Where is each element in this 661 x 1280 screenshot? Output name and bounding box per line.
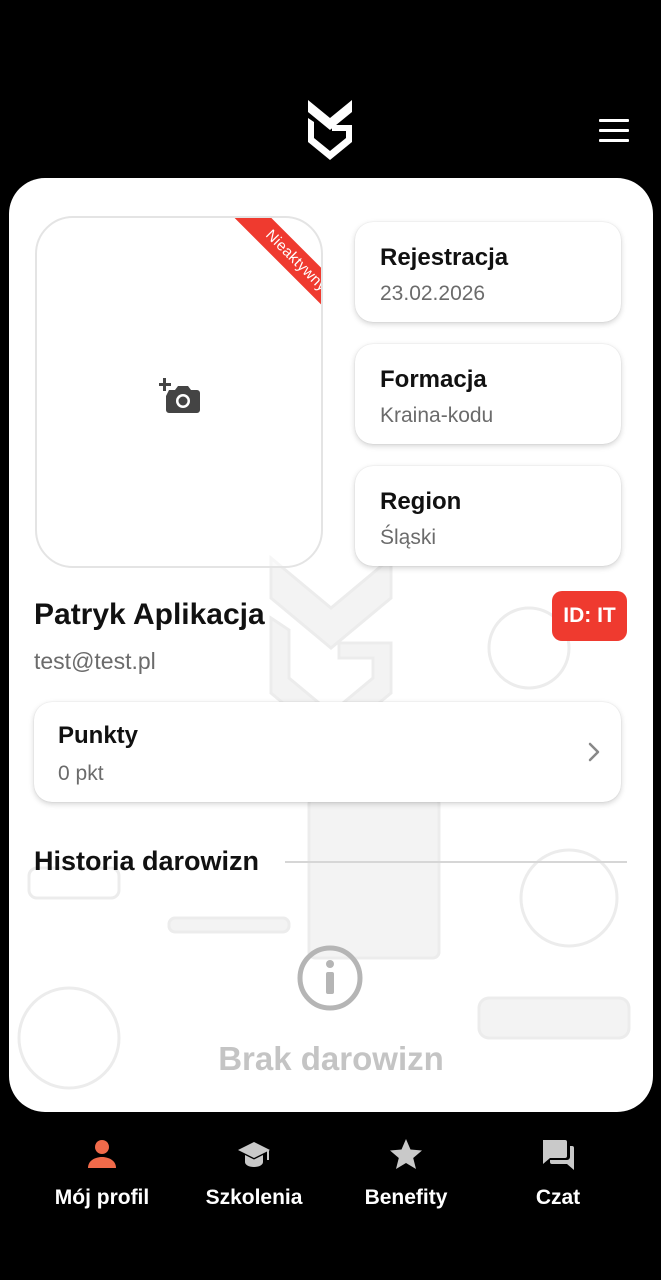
app-logo [308, 100, 352, 160]
add-photo-icon[interactable] [159, 376, 201, 416]
registration-date: 23.02.2026 [380, 282, 486, 305]
points-title: Punkty [58, 722, 139, 749]
chevron-right-icon [588, 742, 600, 762]
chat-icon [543, 1140, 574, 1170]
region-card: Region Śląski [355, 466, 621, 566]
user-email: test@test.pl [34, 648, 156, 674]
graduation-cap-icon [238, 1142, 270, 1167]
registration-card: Rejestracja 23.02.2026 [355, 222, 621, 322]
formation-value: Kraina-kodu [380, 404, 494, 427]
points-card[interactable]: Punkty 0 pkt [34, 702, 621, 802]
nav-benefits[interactable]: Benefity [331, 1136, 481, 1236]
status-ribbon: Nieaktywny [211, 218, 321, 328]
points-value: 0 pkt [58, 762, 104, 785]
registration-title: Rejestracja [380, 244, 509, 271]
person-icon [88, 1140, 116, 1168]
profile-card: Nieaktywny Rejestracja 23.02.2026 Formac… [9, 178, 653, 1112]
region-title: Region [380, 488, 462, 515]
empty-donations-text: Brak darowizn [218, 1040, 444, 1077]
status-ribbon-label: Nieaktywny [233, 218, 321, 324]
section-divider [285, 861, 627, 863]
nav-chat-label: Czat [535, 1186, 581, 1209]
info-circle-icon [297, 945, 363, 1011]
nav-benefits-label: Benefity [364, 1186, 448, 1209]
formation-title: Formacja [380, 366, 487, 393]
profile-photo-placeholder[interactable]: Nieaktywny [35, 216, 323, 568]
id-badge: ID: IT [552, 591, 627, 641]
nav-trainings[interactable]: Szkolenia [179, 1136, 329, 1236]
nav-trainings-label: Szkolenia [205, 1186, 303, 1209]
user-name: Patryk Aplikacja [34, 598, 265, 631]
donation-history-title: Historia darowizn [34, 846, 260, 876]
nav-my-profile[interactable]: Mój profil [27, 1136, 177, 1236]
nav-my-profile-label: Mój profil [54, 1186, 150, 1209]
region-value: Śląski [380, 526, 437, 549]
menu-button[interactable] [596, 116, 632, 144]
star-icon [390, 1139, 422, 1169]
bottom-navigation: Mój profil Szkolenia Benefity Czat [0, 1112, 661, 1280]
formation-card: Formacja Kraina-kodu [355, 344, 621, 444]
nav-chat[interactable]: Czat [483, 1136, 633, 1236]
app-header [0, 0, 661, 178]
